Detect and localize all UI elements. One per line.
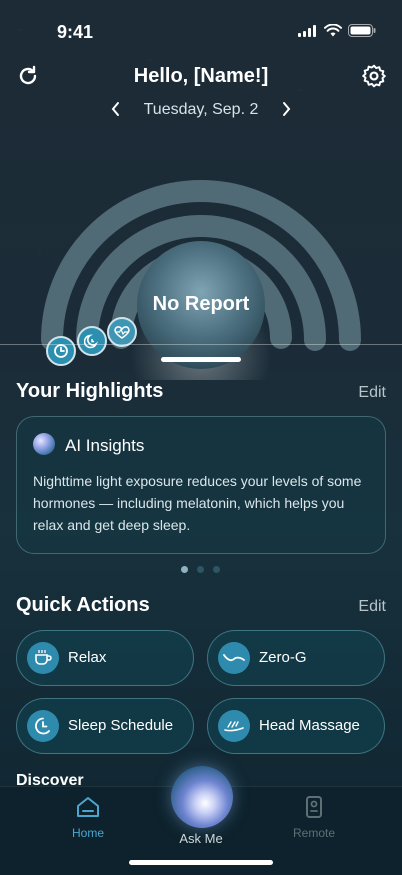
highlights-title: Your Highlights	[16, 380, 164, 402]
zero-g-icon	[218, 642, 250, 674]
no-report-label: No Report	[152, 293, 250, 315]
pager-dot-active[interactable]	[181, 566, 188, 573]
top-bar: Hello, [Name!]	[0, 60, 402, 100]
ask-me-label: Ask Me	[179, 831, 223, 846]
head-massage-label: Head Massage	[259, 717, 360, 734]
quick-actions-edit-button[interactable]: Edit	[358, 598, 386, 616]
ai-insights-title: AI Insights	[65, 436, 145, 455]
wifi-icon	[324, 24, 342, 37]
ask-me-orb-button[interactable]	[171, 766, 233, 828]
zero-g-label: Zero-G	[259, 649, 307, 666]
relax-button[interactable]: Relax	[16, 630, 194, 686]
pager-dot[interactable]	[213, 566, 220, 573]
relax-label: Relax	[68, 649, 107, 666]
quick-actions-title: Quick Actions	[16, 594, 150, 616]
moon-clock-badge-icon[interactable]	[77, 326, 107, 356]
current-date: Tuesday, Sep. 2	[143, 101, 259, 118]
ai-orb-icon	[33, 433, 55, 455]
status-time: 9:41	[57, 22, 94, 42]
sheet-drag-handle[interactable]	[161, 357, 241, 362]
status-icons	[298, 24, 376, 37]
tea-cup-icon	[27, 642, 59, 674]
battery-icon	[348, 24, 376, 37]
sleep-schedule-button[interactable]: Sleep Schedule	[16, 698, 194, 754]
cellular-signal-icon	[298, 24, 316, 37]
highlights-pager	[181, 566, 220, 573]
sleep-schedule-icon	[27, 710, 59, 742]
greeting-title: Hello, [Name!]	[133, 65, 269, 87]
status-bar: 9:41	[0, 0, 402, 54]
sheet-divider	[0, 344, 402, 345]
settings-gear-icon[interactable]	[360, 62, 388, 90]
home-icon	[77, 797, 99, 817]
home-indicator	[129, 860, 273, 865]
head-massage-button[interactable]: Head Massage	[207, 698, 385, 754]
sleep-schedule-label: Sleep Schedule	[68, 717, 174, 734]
head-massage-icon	[218, 710, 250, 742]
heart-rate-badge-icon[interactable]	[107, 317, 137, 347]
ai-insights-text: Nighttime light exposure reduces your le…	[33, 473, 362, 533]
pager-dot[interactable]	[197, 566, 204, 573]
highlights-edit-button[interactable]: Edit	[358, 384, 386, 402]
sleep-clock-badge-icon[interactable]	[46, 336, 76, 366]
zero-g-button[interactable]: Zero-G	[207, 630, 385, 686]
ai-insights-card[interactable]: AI Insights Nighttime light exposure red…	[16, 416, 386, 554]
remote-icon	[306, 796, 322, 818]
